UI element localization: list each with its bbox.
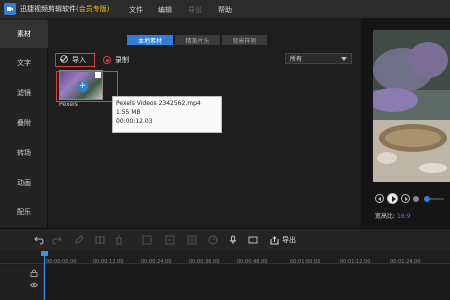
sidebar-item-animation[interactable]: 动画 — [0, 169, 48, 197]
microphone-icon[interactable] — [228, 235, 238, 245]
seek-knob[interactable] — [424, 195, 430, 202]
timeline-toolbar: 导出 — [0, 228, 450, 250]
rotate-icon[interactable] — [165, 235, 175, 245]
tab-local-media[interactable]: 本地素材 — [127, 35, 173, 45]
import-icon — [60, 55, 68, 65]
split-icon[interactable] — [95, 235, 105, 245]
aspect-value[interactable]: 16:9 — [397, 213, 410, 220]
stop-icon[interactable] — [413, 195, 419, 202]
edit-icon[interactable] — [74, 235, 84, 245]
redo-icon[interactable] — [52, 235, 62, 245]
menu-bar: 迅捷视频剪辑软件(会员专版) 文件 编辑 导出 帮助 — [0, 0, 450, 18]
import-label: 导入 — [72, 56, 86, 64]
tooltip-filename: Pexels Videos 2342562.mp4 — [116, 100, 201, 107]
tab-intros[interactable]: 精美片头 — [175, 35, 220, 45]
record-label: 录制 — [115, 56, 129, 64]
visibility-icon[interactable] — [30, 281, 38, 289]
tab-backgrounds[interactable]: 背景样例 — [222, 35, 267, 45]
preview-panel: 宽高比: 16:9 — [361, 18, 450, 227]
vip-badge: (会员专版) — [76, 5, 110, 13]
crop-icon[interactable] — [142, 235, 152, 245]
media-filter-select[interactable]: 所有 — [285, 53, 352, 64]
sidebar-item-media[interactable]: 素材 — [0, 20, 48, 48]
timeline-tracks — [0, 265, 450, 300]
play-icon[interactable] — [387, 193, 398, 204]
aspect-label: 宽高比: — [375, 213, 396, 220]
tooltip-duration: 00:00:12.03 — [116, 118, 153, 125]
player-controls — [375, 193, 444, 204]
video-editor-window: 迅捷视频剪辑软件(会员专版) 文件 编辑 导出 帮助 素材 文字 滤镜 叠附 转… — [0, 0, 450, 300]
export-icon — [270, 235, 279, 244]
timeline-ruler[interactable]: 00:00:00.00 00:00:12.00 00:00:24.00 00:0… — [0, 250, 450, 265]
playhead[interactable] — [44, 255, 45, 300]
previous-frame-icon[interactable] — [375, 194, 384, 203]
aspect-ratio[interactable]: 宽高比: 16:9 — [375, 211, 411, 220]
sidebar-item-music[interactable]: 配乐 — [0, 198, 48, 226]
menu-edit[interactable]: 编辑 — [158, 5, 172, 15]
track-header — [0, 265, 44, 300]
import-button[interactable]: 导入 — [55, 53, 95, 67]
chevron-down-icon — [341, 57, 347, 61]
sidebar-item-filter[interactable]: 滤镜 — [0, 79, 48, 107]
mosaic-icon[interactable] — [187, 235, 197, 245]
seek-slider[interactable] — [424, 195, 444, 202]
sidebar-item-transition[interactable]: 转场 — [0, 139, 48, 167]
sidebar: 素材 文字 滤镜 叠附 转场 动画 配乐 — [0, 18, 48, 227]
speed-icon[interactable] — [208, 235, 218, 245]
tooltip-size: 1.55 MB — [116, 109, 141, 116]
export-label: 导出 — [282, 236, 296, 244]
media-item-label: Pexels — [59, 101, 78, 108]
export-button[interactable]: 导出 — [270, 234, 296, 246]
menu-help[interactable]: 帮助 — [218, 5, 232, 15]
filter-value: 所有 — [290, 56, 303, 63]
sidebar-item-text[interactable]: 文字 — [0, 49, 48, 77]
undo-icon[interactable] — [34, 235, 44, 245]
lock-icon[interactable] — [30, 269, 38, 277]
sidebar-item-overlay[interactable]: 叠附 — [0, 109, 48, 137]
app-title: 迅捷视频剪辑软件(会员专版) — [20, 5, 110, 13]
next-frame-icon[interactable] — [401, 194, 410, 203]
media-library-panel: 本地素材 精美片头 背景样例 导入 录制 所有 + Pexels Pexels … — [49, 18, 360, 227]
delete-icon[interactable] — [114, 235, 124, 245]
menu-export[interactable]: 导出 — [188, 5, 202, 15]
library-tabs: 本地素材 精美片头 背景样例 — [127, 35, 269, 45]
selection-highlight — [56, 71, 118, 102]
record-button[interactable]: 录制 — [103, 53, 129, 67]
menu-file[interactable]: 文件 — [129, 5, 143, 15]
preview-video-frame — [373, 30, 450, 182]
text-fit-icon[interactable] — [248, 235, 258, 245]
media-tooltip: Pexels Videos 2342562.mp4 1.55 MB 00:00:… — [112, 96, 222, 133]
record-icon — [103, 56, 111, 64]
app-logo-icon — [4, 3, 16, 15]
